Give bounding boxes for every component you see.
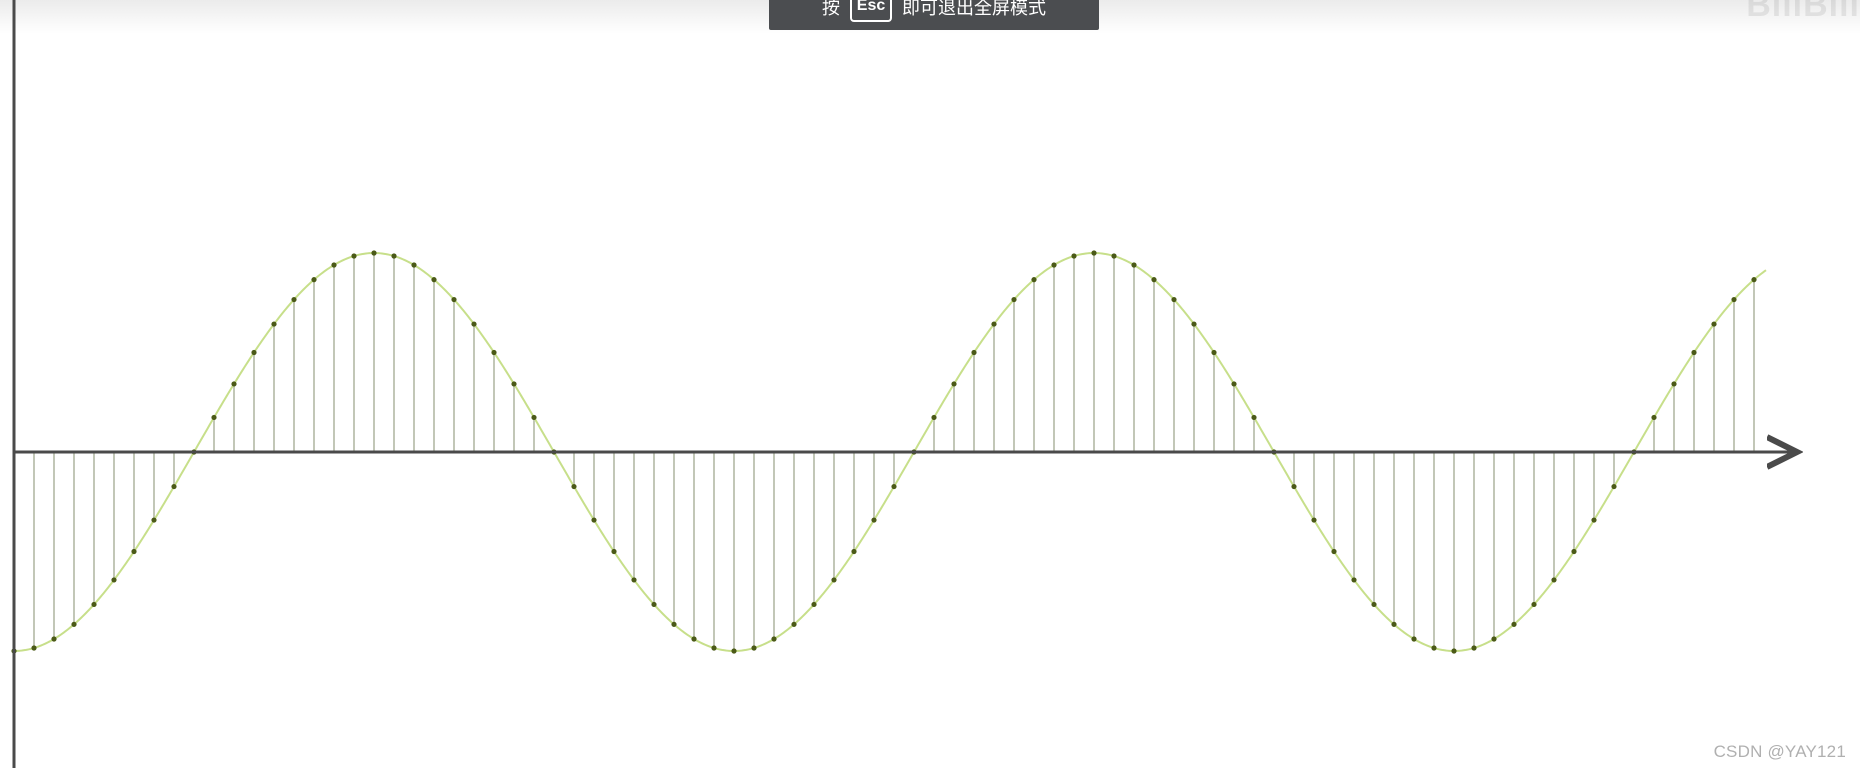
sample-point [1091,250,1097,256]
sample-point [571,483,577,490]
sample-point [491,349,497,356]
sample-point [1351,577,1357,583]
sample-point [1031,277,1037,283]
sample-point [311,277,317,283]
sample-point [1511,621,1517,627]
sample-point [431,277,437,283]
sampled-sine-chart [11,0,1860,768]
sample-point [1171,296,1177,303]
sample-point [1251,414,1257,421]
sample-point [611,548,617,555]
sample-point [1671,381,1677,387]
sample-point [1371,601,1377,608]
sample-point [251,349,257,356]
sample-point [1591,517,1597,523]
sample-point [231,381,237,387]
sample-point [1751,277,1757,283]
sample-point [151,517,157,523]
sample-point [751,645,757,651]
sample-point [1191,321,1197,327]
sample-point [1211,349,1217,356]
sample-point [771,636,777,642]
sample-point [1731,296,1737,303]
sample-point [1011,296,1017,303]
sample-point [1231,381,1237,387]
sample-point [1071,253,1077,259]
sample-point [991,321,997,327]
sample-point [111,577,117,583]
sample-point [731,648,737,654]
sample-point [931,414,937,421]
sample-point [691,636,697,642]
credit-text: CSDN @YAY121 [1713,742,1846,761]
sample-point [951,381,957,387]
sample-point [1691,349,1697,356]
sample-point [1151,277,1157,283]
sample-point [851,548,857,555]
sample-point [711,645,717,651]
sample-point [211,414,217,421]
sample-point [1311,517,1317,523]
sample-point [71,621,77,627]
sample-point [671,621,677,627]
sample-point [1111,253,1117,259]
sample-point [651,601,657,608]
sample-point [331,262,337,268]
sample-point [1391,621,1397,627]
sample-point [91,601,97,608]
sample-point [1291,483,1297,490]
sample-point [51,636,57,642]
sample-point [791,621,797,627]
sample-point [351,253,357,259]
sample-point [1471,645,1477,651]
sample-point [811,601,817,608]
sample-point [1451,648,1457,654]
sample-point [1491,636,1497,642]
sample-point [871,517,877,523]
sample-point [471,321,477,327]
sample-point [1131,262,1137,268]
sample-point [1651,414,1657,421]
sample-point [171,483,177,490]
sample-point [371,250,377,256]
sample-point [1711,321,1717,327]
sample-point [591,517,597,523]
sample-point [451,296,457,303]
sample-point [511,381,517,387]
sample-point [1531,601,1537,608]
sample-point [1611,483,1617,490]
sample-point [1551,577,1557,583]
sample-point [631,577,637,583]
sample-point [1411,636,1417,642]
sample-point [891,483,897,490]
sample-point [971,349,977,356]
sample-point [1431,645,1437,651]
sample-point [1571,548,1577,555]
sample-point [131,548,137,555]
sample-point [391,253,397,259]
sample-point [831,577,837,583]
sample-point [291,296,297,303]
sample-point [31,645,37,651]
sample-point [1051,262,1057,268]
sample-point [411,262,417,268]
sample-point [271,321,277,327]
sample-point [531,414,537,421]
sample-point [1331,548,1337,555]
